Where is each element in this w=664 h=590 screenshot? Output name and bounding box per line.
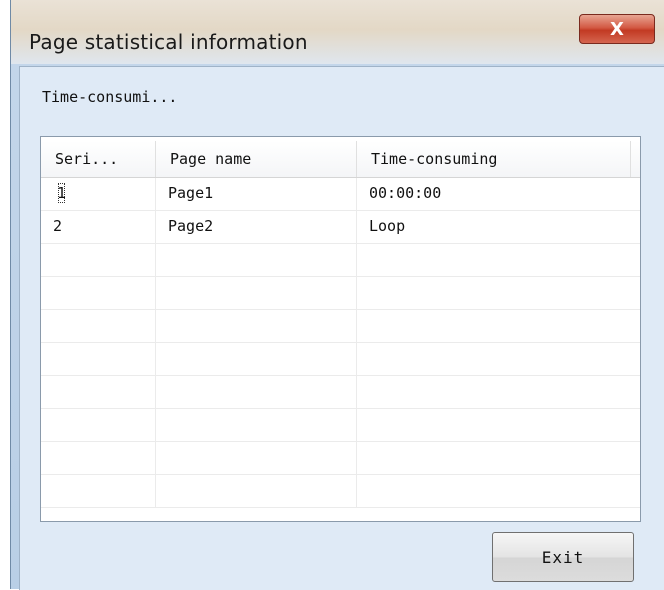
- close-button[interactable]: X: [579, 14, 655, 44]
- empty-table-row: [41, 409, 640, 442]
- empty-cell: [357, 343, 640, 375]
- empty-table-row: [41, 343, 640, 376]
- empty-cell: [41, 475, 156, 507]
- title-bar[interactable]: Page statistical information X: [11, 0, 664, 64]
- empty-table-row: [41, 310, 640, 343]
- empty-cell: [41, 343, 156, 375]
- empty-cell: [357, 442, 640, 474]
- cell-serial: 1: [41, 178, 156, 210]
- empty-cell: [156, 310, 357, 342]
- cell-page-name: Page1: [156, 178, 357, 210]
- empty-cell: [156, 343, 357, 375]
- table-body: 1 Page1 00:00:00 2 Page2 Loop: [41, 178, 640, 508]
- page-statistics-table[interactable]: Seri... Page name Time-consuming 1 Page1…: [40, 136, 641, 522]
- column-header-page-name[interactable]: Page name: [156, 141, 357, 177]
- empty-cell: [156, 442, 357, 474]
- table-header: Seri... Page name Time-consuming: [41, 141, 640, 178]
- window-title: Page statistical information: [29, 30, 308, 54]
- empty-table-row: [41, 244, 640, 277]
- cell-time-consuming: Loop: [369, 217, 406, 235]
- empty-cell: [357, 376, 640, 408]
- cell-page-name: Page2: [156, 211, 357, 243]
- empty-cell: [357, 244, 640, 276]
- empty-cell: [156, 409, 357, 441]
- exit-button[interactable]: Exit: [492, 532, 634, 582]
- empty-cell: [41, 442, 156, 474]
- empty-cell: [156, 244, 357, 276]
- empty-cell: [41, 376, 156, 408]
- table-row[interactable]: 2 Page2 Loop: [41, 211, 640, 244]
- empty-table-row: [41, 442, 640, 475]
- empty-table-row: [41, 475, 640, 508]
- empty-cell: [357, 409, 640, 441]
- empty-table-row: [41, 277, 640, 310]
- column-header-serial[interactable]: Seri...: [41, 141, 156, 177]
- empty-cell: [357, 310, 640, 342]
- empty-cell: [156, 475, 357, 507]
- empty-cell: [156, 277, 357, 309]
- close-icon: X: [610, 18, 624, 40]
- empty-cell: [41, 277, 156, 309]
- empty-cell: [41, 310, 156, 342]
- cell-serial: 2: [41, 211, 156, 243]
- empty-cell: [357, 277, 640, 309]
- empty-cell: [41, 244, 156, 276]
- focused-cell-text: 1: [53, 178, 70, 208]
- empty-cell: [156, 376, 357, 408]
- cell-time-consuming: 00:00:00: [369, 184, 442, 202]
- empty-cell: [41, 409, 156, 441]
- table-row[interactable]: 1 Page1 00:00:00: [41, 178, 640, 211]
- column-header-time-consuming[interactable]: Time-consuming: [357, 141, 631, 177]
- empty-table-row: [41, 376, 640, 409]
- empty-cell: [357, 475, 640, 507]
- time-consuming-label: Time-consumi...: [42, 88, 178, 106]
